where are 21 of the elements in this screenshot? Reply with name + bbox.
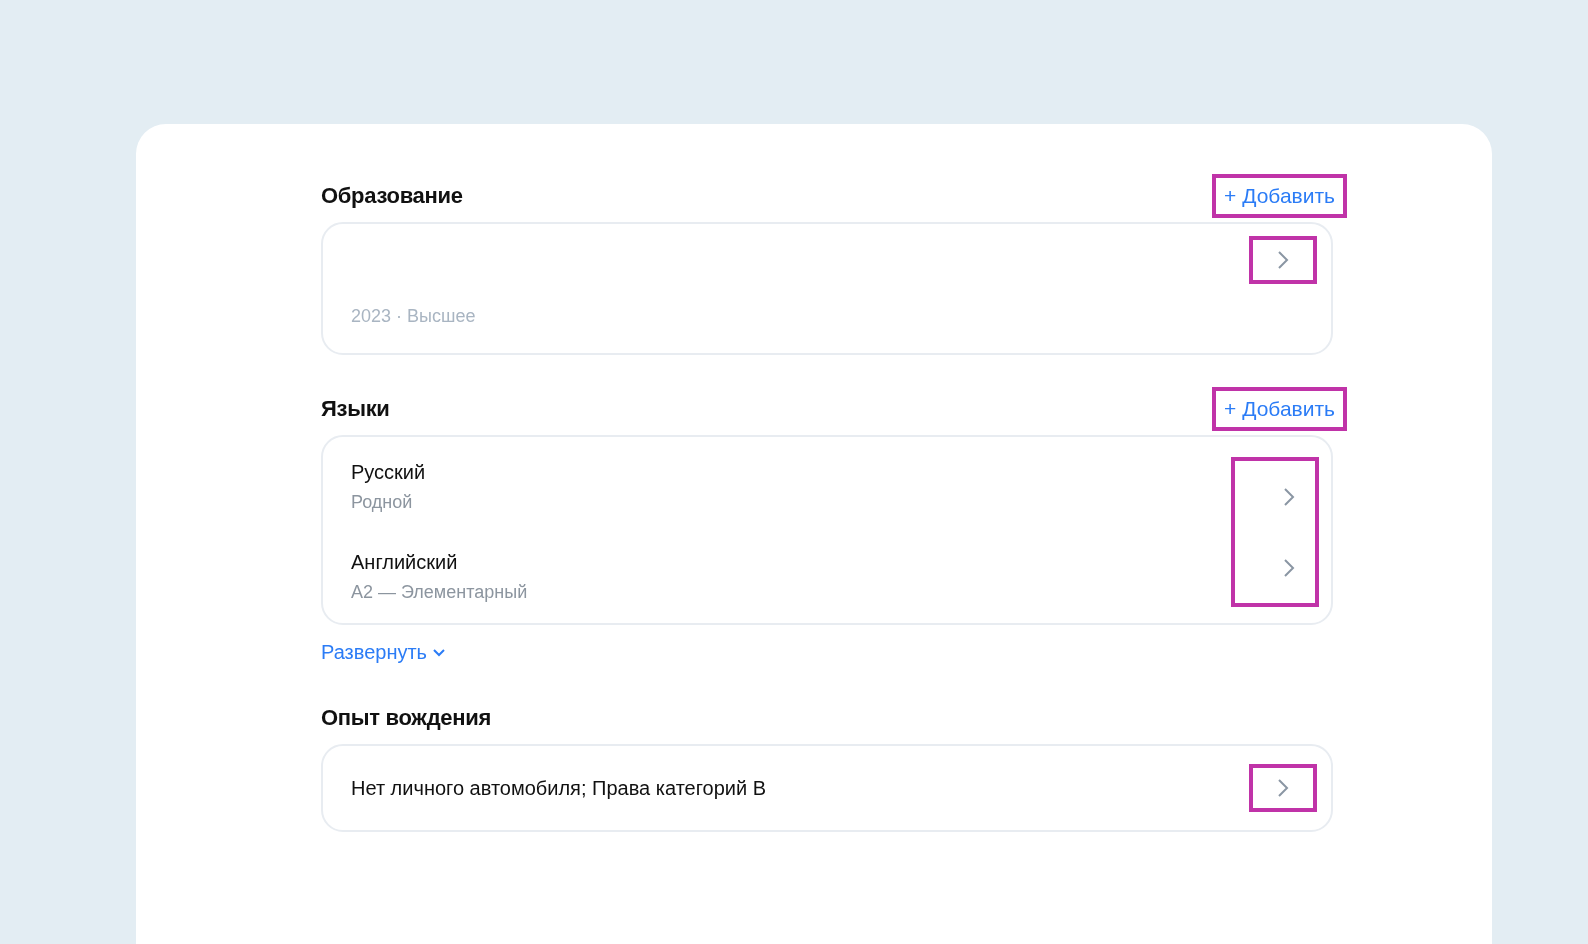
driving-card[interactable]: Нет личного автомобиля; Права категорий B xyxy=(321,744,1333,832)
chevron-down-icon xyxy=(433,648,445,657)
section-title: Языки xyxy=(321,396,390,422)
chevron-right-icon xyxy=(1283,557,1295,578)
chevron-right-icon xyxy=(1277,778,1289,798)
language-level: Родной xyxy=(351,492,414,513)
add-button[interactable]: + Добавить xyxy=(1212,174,1347,218)
language-name: Русский xyxy=(351,461,427,484)
expand-link[interactable]: Развернуть xyxy=(321,641,445,664)
language-level: A2 — Элементарный xyxy=(351,582,529,603)
section-title: Опыт вождения xyxy=(321,705,491,731)
add-button[interactable]: + Добавить xyxy=(1212,387,1347,431)
chevron-right-icon xyxy=(1283,486,1295,507)
chevron-button[interactable] xyxy=(1249,764,1317,812)
section-title: Образование xyxy=(321,183,463,209)
driving-info: Нет личного автомобиля; Права категорий B xyxy=(351,776,767,800)
education-subtitle: 2023 · Высшее xyxy=(351,306,477,327)
education-card[interactable]: 2023 · Высшее xyxy=(321,222,1333,355)
language-name: Английский xyxy=(351,551,459,574)
chevron-right-icon xyxy=(1277,250,1289,270)
chevron-button[interactable] xyxy=(1249,236,1317,284)
